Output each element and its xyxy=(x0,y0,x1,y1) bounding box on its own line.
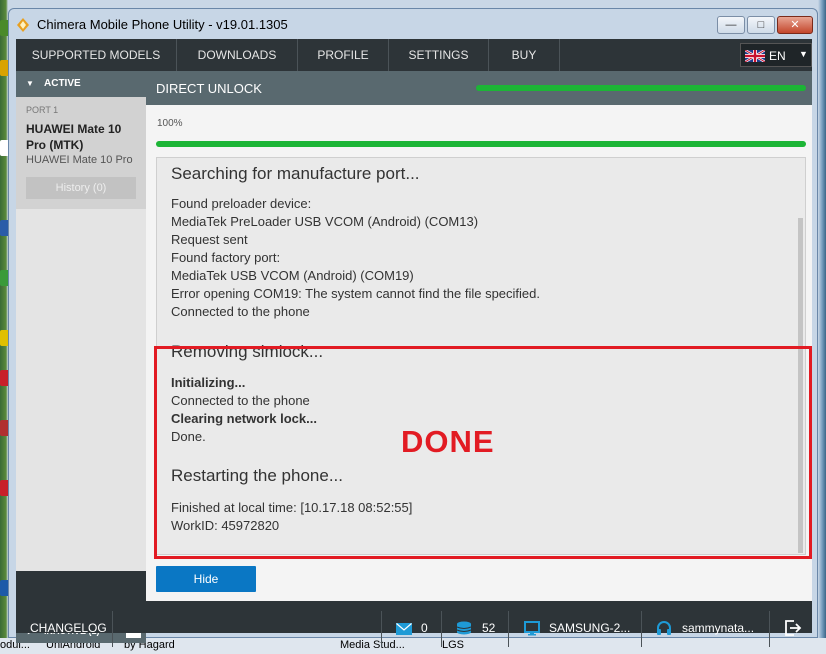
title-bar[interactable]: Chimera Mobile Phone Utility - v19.01.13… xyxy=(9,9,817,39)
log-line: Found factory port: xyxy=(171,250,281,265)
status-bar: CHANGELOG 0 52 SAMSUNG-2... sammynata... xyxy=(16,611,812,647)
top-menu-bar: SUPPORTED MODELS DOWNLOADS PROFILE SETTI… xyxy=(16,39,812,71)
port-label: PORT 1 xyxy=(26,105,59,115)
port-device-submodel: HUAWEI Mate 10 Pro xyxy=(26,154,133,166)
coins-icon xyxy=(456,621,472,635)
active-section-header[interactable]: ▼ ACTIVE xyxy=(16,71,146,97)
messages-count[interactable]: 0 xyxy=(421,611,428,645)
menu-downloads[interactable]: DOWNLOADS xyxy=(177,39,298,71)
minimize-button[interactable]: — xyxy=(717,16,745,34)
menu-profile[interactable]: PROFILE xyxy=(298,39,389,71)
triangle-down-icon: ▼ xyxy=(26,79,34,88)
progress-bar-fill xyxy=(156,141,806,147)
port-device-model: HUAWEI Mate 10 Pro (MTK) xyxy=(26,122,122,152)
chevron-down-icon: ▼ xyxy=(799,49,808,59)
status-divider xyxy=(112,611,113,647)
header-progress-bar xyxy=(476,85,806,91)
port-card[interactable]: PORT 1 HUAWEI Mate 10 Pro (MTK) HUAWEI M… xyxy=(16,97,146,209)
device-name[interactable]: SAMSUNG-2... xyxy=(549,611,630,645)
ports-sidebar: ▼ ACTIVE PORT 1 HUAWEI Mate 10 Pro (MTK)… xyxy=(16,71,146,643)
menu-settings[interactable]: SETTINGS xyxy=(389,39,489,71)
uk-flag-icon xyxy=(745,50,765,62)
logout-icon[interactable] xyxy=(784,619,802,637)
log-line: MediaTek USB VCOM (Android) (COM19) xyxy=(171,268,414,283)
maximize-button[interactable]: □ xyxy=(747,16,775,34)
status-divider xyxy=(769,611,770,647)
operation-title: DIRECT UNLOCK xyxy=(156,81,262,96)
close-button[interactable]: ✕ xyxy=(777,16,813,34)
status-divider xyxy=(381,611,382,647)
hide-button[interactable]: Hide xyxy=(156,566,256,592)
user-name[interactable]: sammynata... xyxy=(682,611,754,645)
log-line: MediaTek PreLoader USB VCOM (Android) (C… xyxy=(171,214,479,229)
log-line: Connected to the phone xyxy=(171,304,310,319)
active-section-label: ACTIVE xyxy=(44,78,81,89)
progress-percent: 100% xyxy=(157,118,183,129)
status-divider xyxy=(441,611,442,647)
log-line: Request sent xyxy=(171,232,248,247)
monitor-icon xyxy=(524,621,540,636)
done-annotation: DONE xyxy=(401,424,495,459)
log-line: Found preloader device: xyxy=(171,196,312,211)
status-divider xyxy=(641,611,642,647)
history-button[interactable]: History (0) xyxy=(26,177,136,199)
language-select[interactable]: EN ▼ xyxy=(740,43,812,67)
status-divider xyxy=(508,611,509,647)
log-section-title: Searching for manufacture port... xyxy=(171,164,420,183)
log-line: Error opening COM19: The system cannot f… xyxy=(171,286,541,301)
desktop-label[interactable]: LGS xyxy=(442,639,464,651)
menu-buy[interactable]: BUY xyxy=(489,39,560,71)
credits-count[interactable]: 52 xyxy=(482,611,495,645)
mail-icon xyxy=(396,623,412,635)
operation-header: DIRECT UNLOCK xyxy=(146,71,812,105)
window-title: Chimera Mobile Phone Utility - v19.01.13… xyxy=(37,17,288,32)
desktop-label[interactable]: Media Stud... xyxy=(340,639,405,651)
chimera-app-icon xyxy=(17,18,29,32)
menu-supported-models[interactable]: SUPPORTED MODELS xyxy=(16,39,177,71)
language-code: EN xyxy=(769,49,786,63)
progress-bar xyxy=(156,141,806,147)
changelog-button[interactable]: CHANGELOG xyxy=(30,611,107,645)
headset-icon xyxy=(657,621,671,635)
